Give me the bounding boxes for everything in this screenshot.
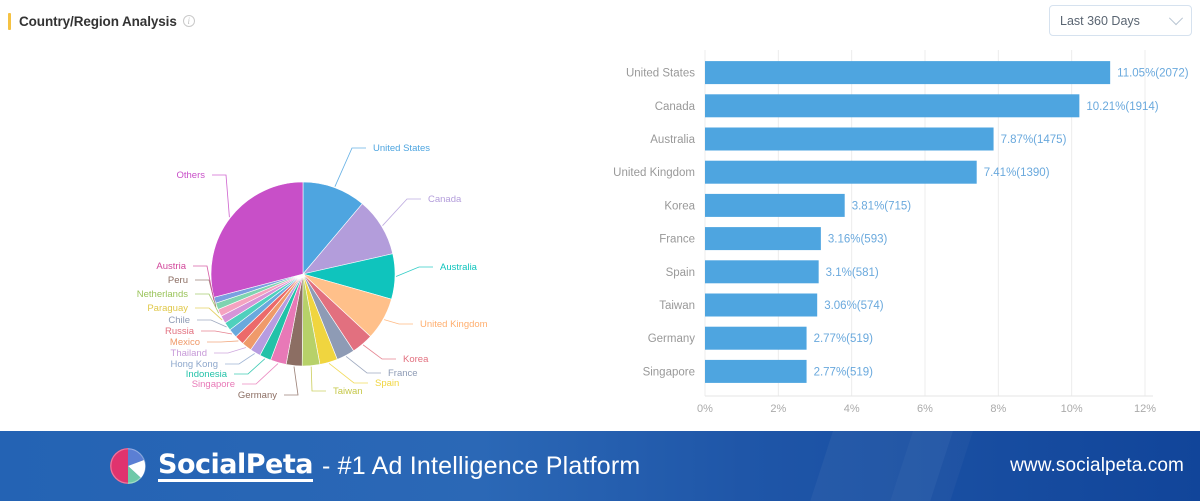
date-range-dropdown[interactable]: Last 360 Days <box>1049 5 1192 36</box>
brand-name: SocialPeta <box>158 448 313 482</box>
panel-title-text: Country/Region Analysis <box>19 13 177 29</box>
bar-chart-bar[interactable] <box>705 127 994 151</box>
pie-slices[interactable] <box>210 181 396 367</box>
pie-slice-label: Netherlands <box>137 289 188 300</box>
bar-value-label: 3.06%(574) <box>824 300 884 312</box>
pie-leader-line <box>310 366 326 392</box>
x-axis-tick-label: 8% <box>990 403 1006 415</box>
bar-value-label: 11.05%(2072) <box>1117 68 1189 80</box>
x-axis-tick-label: 4% <box>844 403 860 415</box>
bar-chart-bar[interactable] <box>705 61 1111 85</box>
pie-leader-line <box>197 319 227 328</box>
bar-chart-bar[interactable] <box>705 193 845 217</box>
pie-leader-line <box>201 330 233 335</box>
bar-category-label: Korea <box>664 200 695 212</box>
bar-chart-x-axis: 0% 2% 4% 6% 8% 10% 12% <box>697 395 1156 415</box>
pie-slice-label: Thailand <box>171 348 207 359</box>
bar-value-label: 3.81%(715) <box>852 200 912 212</box>
pie-leader-line <box>207 340 239 343</box>
brand-lockup: SocialPeta - #1 Ad Intelligence Platform <box>108 431 640 501</box>
pie-chart-panel: United States Canada Australia United Kingd… <box>0 42 600 425</box>
pie-leader-line <box>225 353 255 365</box>
bar-chart-bar[interactable] <box>705 293 818 317</box>
bar-chart-category-labels: United States Canada Australia United Kingd… <box>613 68 695 379</box>
bar-chart-svg[interactable]: United States Canada Australia United Kingd… <box>600 42 1200 425</box>
x-axis-tick-label: 0% <box>697 403 713 415</box>
bar-category-label: France <box>659 234 695 246</box>
bar-chart-panel: United States Canada Australia United Kingd… <box>600 42 1200 425</box>
pie-leader-line <box>334 147 366 187</box>
pie-leader-line <box>212 174 230 218</box>
bar-chart-bar[interactable] <box>705 359 807 383</box>
bar-value-label: 3.1%(581) <box>826 267 879 279</box>
pie-slice-label: Australia <box>440 262 478 273</box>
pie-leader-line <box>382 198 421 226</box>
pie-chart-svg[interactable]: United States Canada Australia United Kingd… <box>0 42 600 425</box>
pie-slice-label: Others <box>176 170 205 181</box>
x-axis-tick-label: 10% <box>1061 403 1083 415</box>
x-axis-tick-label: 2% <box>770 403 786 415</box>
bar-value-label: 7.41%(1390) <box>984 167 1050 179</box>
pie-slice-label: Mexico <box>170 337 200 348</box>
pie-slice-label: Germany <box>238 390 277 401</box>
pie-slice-label: Chile <box>168 315 190 326</box>
pie-slice-label: United States <box>373 143 430 154</box>
info-circle-icon[interactable]: i <box>182 15 195 27</box>
pie-slice-label: United Kingdom <box>420 319 488 330</box>
pie-slice-label: Hong Kong <box>170 359 218 370</box>
bar-category-label: Spain <box>666 267 695 279</box>
panel-header: Country/Region Analysis i Last 360 Days <box>0 0 1200 42</box>
pie-leader-line <box>328 362 368 384</box>
pie-slice-label: Austria <box>156 261 186 272</box>
date-range-value: Last 360 Days <box>1060 13 1140 28</box>
bar-value-label: 2.77%(519) <box>814 333 874 345</box>
bar-chart-bar[interactable] <box>705 260 819 284</box>
pie-leader-line <box>395 266 433 277</box>
pie-slice-label: Peru <box>168 275 188 286</box>
socialpeta-pie-logo-icon <box>110 448 146 484</box>
bar-category-label: Taiwan <box>659 300 695 312</box>
pie-leader-line <box>362 344 396 360</box>
pie-slice-label: Paraguay <box>147 303 188 314</box>
site-url[interactable]: www.socialpeta.com <box>1010 431 1184 501</box>
pie-slice-label: Singapore <box>192 379 235 390</box>
x-axis-tick-label: 12% <box>1134 403 1156 415</box>
bar-category-label: Singapore <box>643 366 695 378</box>
brand-tagline: - #1 Ad Intelligence Platform <box>321 451 641 480</box>
pie-slice-label: Korea <box>403 354 429 365</box>
bar-value-label: 10.21%(1914) <box>1086 101 1158 113</box>
footer-banner: SocialPeta - #1 Ad Intelligence Platform… <box>0 431 1200 501</box>
page-title: Country/Region Analysis i <box>8 11 195 31</box>
title-accent-bar <box>8 12 11 30</box>
bar-chart-bar[interactable] <box>705 160 977 184</box>
pie-slice-label: Russia <box>165 326 195 337</box>
bar-chart-bar[interactable] <box>705 94 1080 118</box>
bar-category-label: Australia <box>650 134 695 146</box>
x-axis-tick-label: 6% <box>917 403 933 415</box>
pie-leader-line <box>234 358 266 375</box>
pie-slice-label: Taiwan <box>333 386 363 397</box>
pie-slice-label: Indonesia <box>186 369 228 380</box>
pie-leader-line <box>284 366 299 396</box>
bar-chart-bar[interactable] <box>705 227 821 251</box>
bar-value-label: 7.87%(1475) <box>1001 134 1067 146</box>
bar-chart-bars[interactable] <box>705 61 1111 383</box>
bar-category-label: United Kingdom <box>613 167 695 179</box>
pie-leader-line <box>345 356 381 374</box>
pie-leader-line <box>383 319 413 325</box>
pie-leader-line <box>214 347 247 354</box>
charts-region: United States Canada Australia United Kingd… <box>0 42 1200 425</box>
pie-slice-label: Spain <box>375 378 399 389</box>
bar-value-label: 2.77%(519) <box>814 366 874 378</box>
chevron-down-icon <box>1168 10 1184 25</box>
pie-slice-label: Canada <box>428 194 462 205</box>
bar-category-label: Canada <box>655 101 696 113</box>
bar-category-label: Germany <box>648 333 696 345</box>
bar-category-label: United States <box>626 68 695 80</box>
bar-chart-bar[interactable] <box>705 326 807 350</box>
bar-value-label: 3.16%(593) <box>828 234 888 246</box>
